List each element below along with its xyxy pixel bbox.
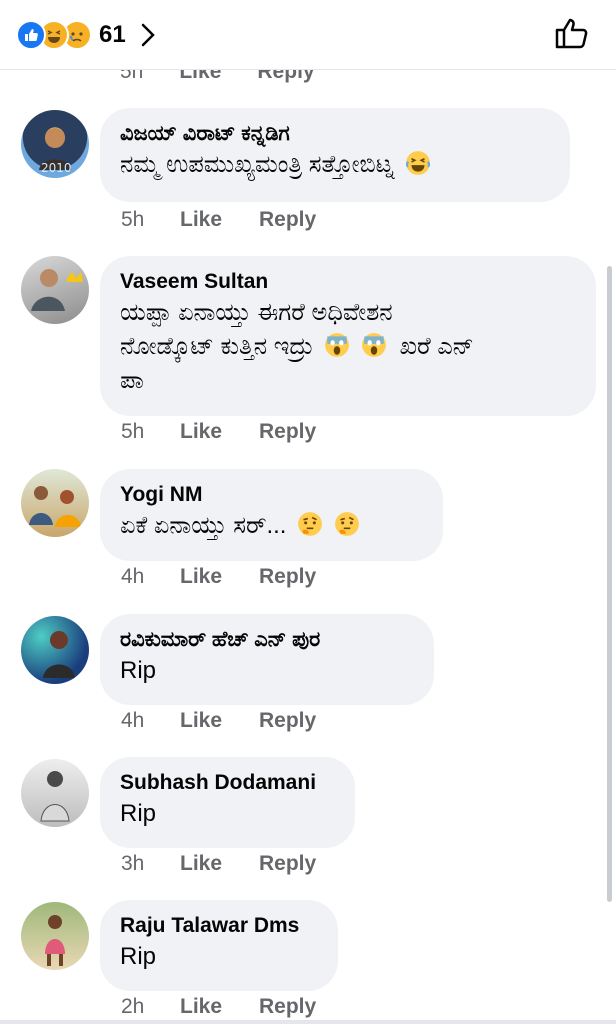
comment-bubble: Yogi NM ಏಕೆ ಏನಾಯ್ತು ಸರ್...	[100, 469, 443, 561]
thumbs-up-icon[interactable]	[554, 14, 590, 55]
comment-text: Rip	[120, 943, 157, 970]
comment-actions: 3h Like Reply	[121, 852, 316, 876]
avatar[interactable]: 2010	[21, 110, 89, 178]
avatar[interactable]	[21, 616, 89, 684]
like-reaction-icon	[16, 19, 46, 50]
like-link[interactable]: Like	[180, 565, 259, 589]
reply-link[interactable]: Reply	[259, 565, 316, 589]
comment-text: Rip	[120, 800, 157, 827]
comment-time: 4h	[121, 709, 145, 732]
comment-bubble: Raju Talawar Dms Rip	[100, 900, 338, 991]
comment-text: ಏಕೆ ಏನಾಯ್ತು ಸರ್...	[120, 509, 423, 543]
chevron-right-icon[interactable]	[140, 22, 156, 48]
comment-actions: 4h Like Reply	[121, 709, 316, 733]
like-link[interactable]: Like	[180, 995, 259, 1019]
comment-time: 4h	[121, 565, 145, 588]
reactions-summary[interactable]	[16, 19, 92, 50]
comment-bubble: Subhash Dodamani Rip	[100, 757, 355, 848]
comment-time: 3h	[121, 852, 145, 875]
comment-text: ನಮ್ಮ ಉಪಮುಖ್ಯಮಂತ್ರಿ ಸತ್ತೋಬಿಟ್ನ	[120, 148, 550, 182]
comment-text-line-1: ಯಪ್ಪಾ ಏನಾಯ್ತು ಈಗರೆ ಅಧಿವೇಶನ	[120, 299, 393, 326]
comment-author[interactable]: Yogi NM	[120, 481, 423, 509]
comment-author[interactable]: Raju Talawar Dms	[120, 912, 318, 940]
comment-bubble: ರವಿಕುಮಾರ್ ಹೆಚ್ ಎನ್ ಪುರ Rip	[100, 614, 434, 705]
reply-link[interactable]: Reply	[259, 420, 316, 444]
avatar[interactable]	[21, 759, 89, 827]
comment-line: ಖರೆ ಎನ್	[399, 333, 474, 360]
reply-link[interactable]: Reply	[259, 852, 316, 876]
scrollbar[interactable]	[607, 266, 612, 902]
thinking-emoji-icon	[298, 512, 323, 536]
comment-line: ನೋಡ್ಕೊಟ್ ಕುತ್ತಿನ ಇದ್ರು	[120, 333, 314, 360]
like-link[interactable]: Like	[180, 420, 259, 444]
reaction-count[interactable]: 61	[99, 21, 126, 49]
comment-bubble: ವಿಜಯ್ ವಿರಾಟ್ ಕನ್ನಡಿಗ ನಮ್ಮ ಉಪಮುಖ್ಯಮಂತ್ರಿ …	[100, 108, 570, 202]
avatar[interactable]	[21, 902, 89, 970]
comment-actions: 2h Like Reply	[121, 995, 316, 1019]
like-link[interactable]: Like	[180, 208, 259, 232]
comment-text-line-2: ನೋಡ್ಕೊಟ್ ಕುತ್ತಿನ ಇದ್ರು ಖರೆ ಎನ್	[120, 330, 576, 364]
screaming-emoji-icon	[325, 333, 350, 357]
comment-text-line-3: ಪಾ	[120, 367, 144, 394]
avatar[interactable]	[21, 256, 89, 324]
comment-text: Rip	[120, 657, 157, 684]
reply-link[interactable]: Reply	[259, 208, 316, 232]
svg-text:2010: 2010	[41, 161, 72, 175]
comment-time: 5h	[121, 208, 145, 231]
reply-link[interactable]: Reply	[259, 709, 316, 733]
thinking-emoji-icon	[334, 512, 359, 536]
laughing-emoji-icon	[406, 151, 431, 175]
like-link[interactable]: Like	[180, 709, 259, 733]
comment-author[interactable]: Subhash Dodamani	[120, 769, 335, 797]
bottom-divider	[0, 1020, 616, 1024]
reply-link[interactable]: Reply	[259, 995, 316, 1019]
comment-author[interactable]: ವಿಜಯ್ ವಿರಾಟ್ ಕನ್ನಡಿಗ	[120, 120, 550, 148]
comment-actions: 4h Like Reply	[121, 565, 316, 589]
comment-bubble: Vaseem Sultan ಯಪ್ಪಾ ಏನಾಯ್ತು ಈಗರೆ ಅಧಿವೇಶನ…	[100, 256, 596, 416]
comment-actions: 5h Like Reply	[121, 420, 316, 444]
comment-time: 2h	[121, 995, 145, 1018]
avatar[interactable]	[21, 469, 89, 537]
comment-author[interactable]: Vaseem Sultan	[120, 268, 576, 296]
screaming-emoji-icon	[361, 333, 386, 357]
comment-time: 5h	[121, 420, 145, 443]
comment-author[interactable]: ರವಿಕುಮಾರ್ ಹೆಚ್ ಎನ್ ಪುರ	[120, 626, 414, 654]
comment-line: ನಮ್ಮ ಉಪಮುಖ್ಯಮಂತ್ರಿ ಸತ್ತೋಬಿಟ್ನ	[120, 151, 395, 178]
comment-line: ಏಕೆ ಏನಾಯ್ತು ಸರ್...	[120, 512, 287, 539]
like-link[interactable]: Like	[180, 852, 259, 876]
reactions-header: 61	[0, 0, 616, 70]
comment-actions: 5h Like Reply	[121, 208, 316, 232]
